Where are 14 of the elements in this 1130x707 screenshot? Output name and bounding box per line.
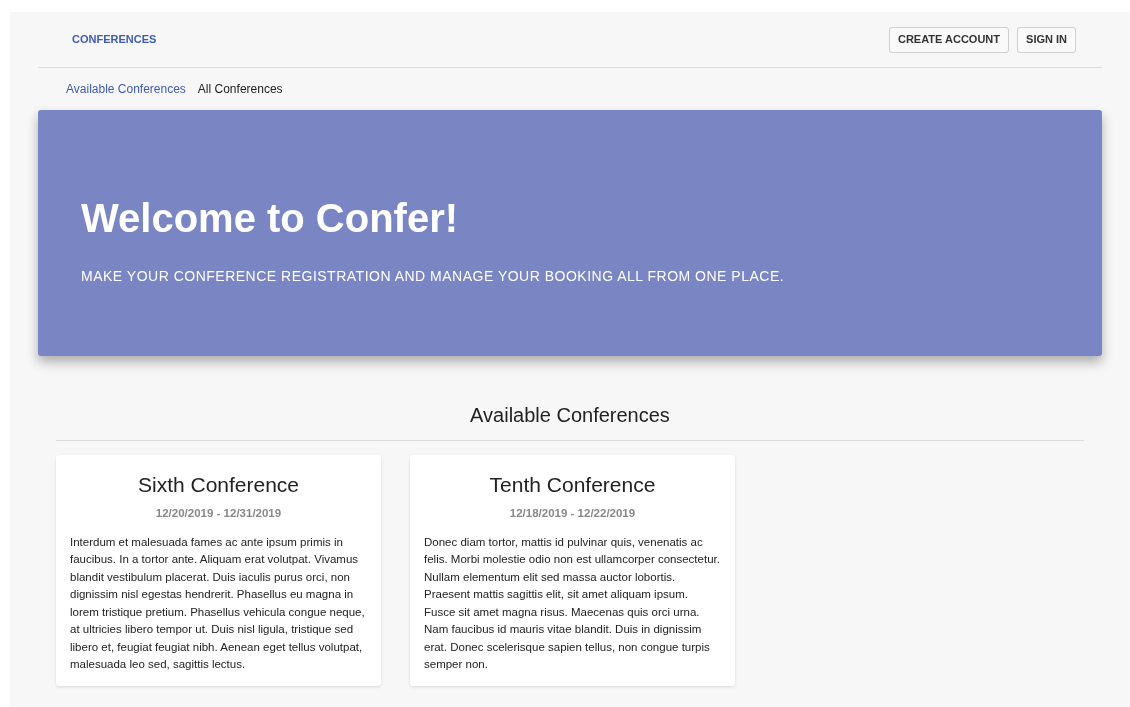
conference-title: Sixth Conference — [137, 472, 300, 498]
header-button[interactable]: CREATE ACCOUNT — [889, 26, 1010, 53]
conference-title: Tenth Conference — [489, 472, 656, 498]
hero-title: Welcome to Confer! — [81, 195, 459, 242]
conference-dates: 12/18/2019 - 12/22/2019 — [509, 505, 636, 521]
brand-link[interactable]: CONFERENCES — [72, 31, 157, 48]
nav-tab[interactable]: All Conferences — [197, 80, 283, 98]
hero-subtitle: MAKE YOUR CONFERENCE REGISTRATION AND MANAGE YOUR BOOKING ALL FROM ONE PLACE. — [81, 268, 785, 284]
conference-description: Interdum et malesuada fames ac ante ipsum primis in faucibus. In a tortor ante. Aliquam erat volutpat. Vivamus blandit vestibulum placerat. Duis iaculis purus orci, non dignissim nisl egestas hendrerit. Phasellus eu magna in lorem tristique pretium. Phasellus vehicula congue neque, at ultricies libero tempor ut. Duis nisl ligula, tristique sed libero et, feugiat feugiat nibh. Aenean eget tellus volutpat, malesuada leo sed, sagittis lectus. — [70, 534, 366, 673]
conference-description: Donec diam tortor, mattis id pulvinar quis, venenatis ac felis. Morbi molestie odio non est ullamcorper consectetur. Nullam elementum elit sed massa auctor lobortis. Praesent mattis sagittis elit, sit amet aliquam ipsum. Fusce sit amet magna risus. Maecenas quis orci urna. Nam faucibus id mauris vitae blandit. Duis in dignissim erat. Donec scelerisque sapien tellus, non congue turpis semper non. — [424, 534, 721, 673]
section-title: Available Conferences — [470, 403, 670, 428]
nav-tab[interactable]: Available Conferences — [66, 80, 186, 98]
conference-dates: 12/20/2019 - 12/31/2019 — [155, 505, 282, 521]
header-button[interactable]: SIGN IN — [1017, 26, 1076, 53]
